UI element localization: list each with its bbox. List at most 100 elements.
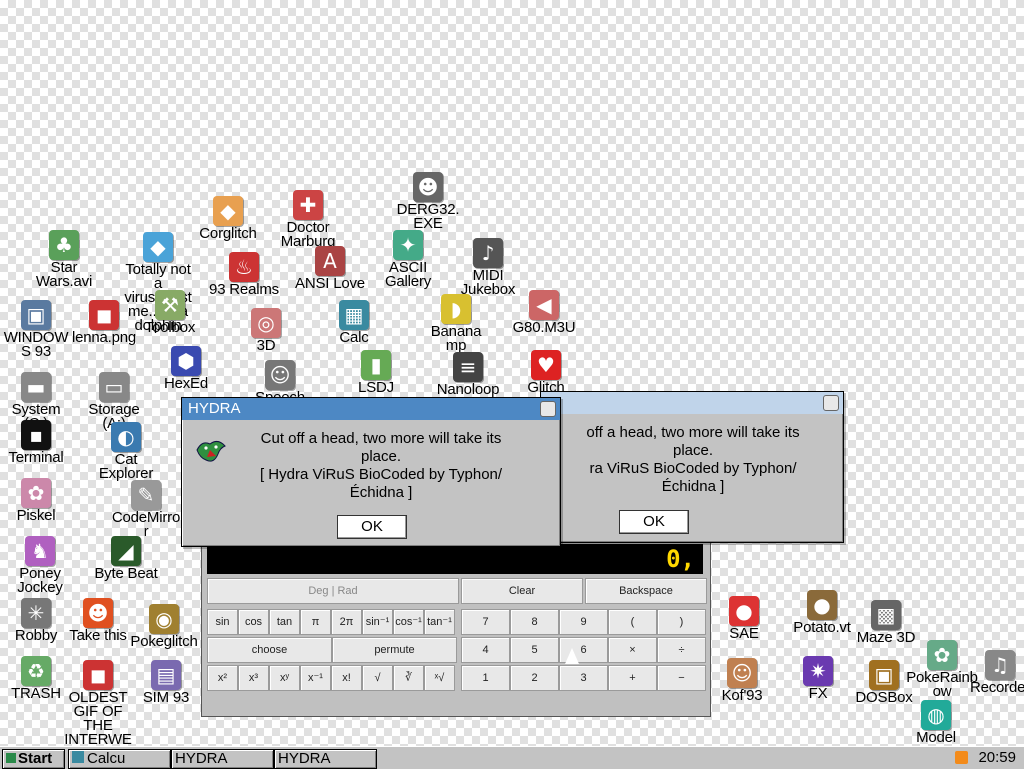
app-icon: ♪: [473, 238, 503, 268]
calc-sci-button[interactable]: x²: [207, 665, 238, 691]
close-button[interactable]: [540, 401, 556, 417]
desktop-icon[interactable]: ♣ Star Wars.avi: [28, 230, 100, 289]
desktop-icon-label: Recorder: [969, 679, 1024, 696]
app-icon: ◉: [149, 604, 179, 634]
app-icon: ◢: [111, 536, 141, 566]
desktop-icon[interactable]: ♥ Glitch: [510, 350, 582, 395]
taskbar-item-hydra[interactable]: HYDRA: [171, 749, 274, 769]
start-button[interactable]: Start: [2, 749, 65, 769]
desktop-icon[interactable]: ☻ DERG32.EXE: [392, 172, 464, 231]
desktop-icon[interactable]: ◗ Banana mp: [420, 294, 492, 353]
calc-key[interactable]: ÷: [657, 637, 706, 663]
desktop-icon[interactable]: ✎ CodeMirror: [110, 480, 182, 539]
app-icon: ✷: [803, 656, 833, 686]
calc-key[interactable]: ): [657, 609, 706, 635]
calc-sci-button[interactable]: x³: [238, 665, 269, 691]
message-line: Échidna ]: [349, 484, 413, 501]
desktop-icon[interactable]: ◀ G80.M3U: [508, 290, 580, 335]
desktop-icon[interactable]: ♞ Poney Jockey: [4, 536, 76, 595]
calc-key[interactable]: 7: [461, 609, 510, 635]
desktop-icon[interactable]: ▮ LSDJ: [340, 350, 412, 395]
desktop-icon[interactable]: ✷ FX: [782, 656, 854, 701]
calc-sci-button[interactable]: sin⁻¹: [362, 609, 393, 635]
desktop-icon-label: Kof'93: [721, 687, 763, 704]
dialog-titlebar[interactable]: HYDRA: [182, 398, 560, 420]
calc-key[interactable]: +: [608, 665, 657, 691]
desktop-icon[interactable]: ◎ 3D: [230, 308, 302, 353]
desktop-icon[interactable]: ☺ Kof'93: [706, 658, 778, 703]
app-icon: ◎: [251, 308, 281, 338]
calc-key[interactable]: 5: [510, 637, 559, 663]
rss-icon[interactable]: [955, 751, 968, 764]
desktop-icon[interactable]: ♨ 93 Realms: [208, 252, 280, 297]
calc-key[interactable]: 3: [559, 665, 608, 691]
close-button[interactable]: [823, 395, 839, 411]
ok-button[interactable]: OK: [619, 510, 689, 534]
calc-key[interactable]: 2: [510, 665, 559, 691]
calc-sci-button[interactable]: 2π: [331, 609, 362, 635]
taskbar-item-hydra[interactable]: HYDRA: [274, 749, 377, 769]
calc-sci-button[interactable]: choose: [207, 637, 332, 663]
deg-rad-toggle[interactable]: Deg | Rad: [207, 578, 459, 604]
desktop-icon[interactable]: ⬢ HexEd: [150, 346, 222, 391]
calc-sci-button[interactable]: cos⁻¹: [393, 609, 424, 635]
calc-sci-button[interactable]: xʸ: [269, 665, 300, 691]
calc-key[interactable]: −: [657, 665, 706, 691]
taskbar: Start Calcu HYDRA HYDRA 20:59: [0, 746, 1024, 769]
calc-sci-button[interactable]: ˣ√: [424, 665, 455, 691]
desktop-icon[interactable]: ◼ lenna.png: [68, 300, 140, 345]
calc-key[interactable]: (: [608, 609, 657, 635]
desktop-icon[interactable]: ◐ Cat Explorer: [90, 422, 162, 481]
calc-sci-button[interactable]: sin: [207, 609, 238, 635]
message-line: [ Hydra ViRuS BioCoded by Typhon/: [259, 466, 503, 483]
taskbar-item-calc[interactable]: Calcu: [68, 749, 171, 769]
app-icon: ⬢: [171, 346, 201, 376]
dialog-back-titlebar[interactable]: [541, 392, 843, 414]
calc-sci-button[interactable]: permute: [332, 637, 457, 663]
calc-sci-button[interactable]: tan⁻¹: [424, 609, 455, 635]
desktop-icon[interactable]: ◆ Corglitch: [192, 196, 264, 241]
calc-sci-button[interactable]: cos: [238, 609, 269, 635]
hydra-dialog-back: off a head, two more will take its place…: [540, 391, 844, 543]
app-icon: ☻: [413, 172, 443, 202]
calc-sci-button[interactable]: π: [300, 609, 331, 635]
desktop-icon[interactable]: ● Potato.vt: [786, 590, 858, 635]
desktop-icon[interactable]: ♫Recorder: [964, 650, 1024, 695]
calc-sci-button[interactable]: tan: [269, 609, 300, 635]
calc-sci-button[interactable]: x⁻¹: [300, 665, 331, 691]
desktop-icon[interactable]: ◢ Byte Beat: [90, 536, 162, 581]
ok-button[interactable]: OK: [337, 515, 407, 539]
desktop-icon[interactable]: ☻ Take this: [62, 598, 134, 643]
app-icon: ▩: [871, 600, 901, 630]
desktop-icon[interactable]: ▣ WINDOWS 93: [0, 300, 72, 359]
calc-sci-button[interactable]: ∛: [393, 665, 424, 691]
desktop-icon[interactable]: ● SAE: [708, 596, 780, 641]
calc-sci-button[interactable]: x!: [331, 665, 362, 691]
desktop-icon[interactable]: ♪ MIDI Jukebox: [452, 238, 524, 297]
desktop-icon[interactable]: ✚ Doctor Marburg: [272, 190, 344, 249]
calc-key[interactable]: 9: [559, 609, 608, 635]
desktop-icon[interactable]: ▤ SIM 93: [130, 660, 202, 705]
calc-key[interactable]: 8: [510, 609, 559, 635]
desktop-icon[interactable]: A ANSI Love: [294, 246, 366, 291]
desktop-icon[interactable]: ▦ Calc: [318, 300, 390, 345]
calc-sci-button[interactable]: √: [362, 665, 393, 691]
calc-key[interactable]: 4: [461, 637, 510, 663]
desktop-icon[interactable]: ◉ Pokeglitch: [128, 604, 200, 649]
desktop-icon-label: Corglitch: [199, 225, 257, 242]
desktop-icon[interactable]: ⚒ Toolbox: [134, 290, 206, 335]
desktop-icon[interactable]: ≡ Nanoloop: [432, 352, 504, 397]
windows-logo-icon: [6, 753, 16, 763]
message-line: ra ViRuS BioCoded by Typhon/: [589, 460, 797, 477]
app-icon: ✿: [927, 640, 957, 670]
calc-key[interactable]: 1: [461, 665, 510, 691]
desktop-icon[interactable]: ✿ Piskel: [0, 478, 72, 523]
desktop-icon-label: LSDJ: [358, 379, 394, 396]
calc-key[interactable]: ×: [608, 637, 657, 663]
desktop-icon[interactable]: ✦ ASCII Gallery: [372, 230, 444, 289]
clear-button[interactable]: Clear: [461, 578, 583, 604]
desktop-icon-label: G80.M3U: [512, 319, 576, 336]
backspace-button[interactable]: Backspace: [585, 578, 707, 604]
desktop-icon[interactable]: ▪ Terminal: [0, 420, 72, 465]
desktop-icon[interactable]: ▩ Maze 3D: [850, 600, 922, 645]
